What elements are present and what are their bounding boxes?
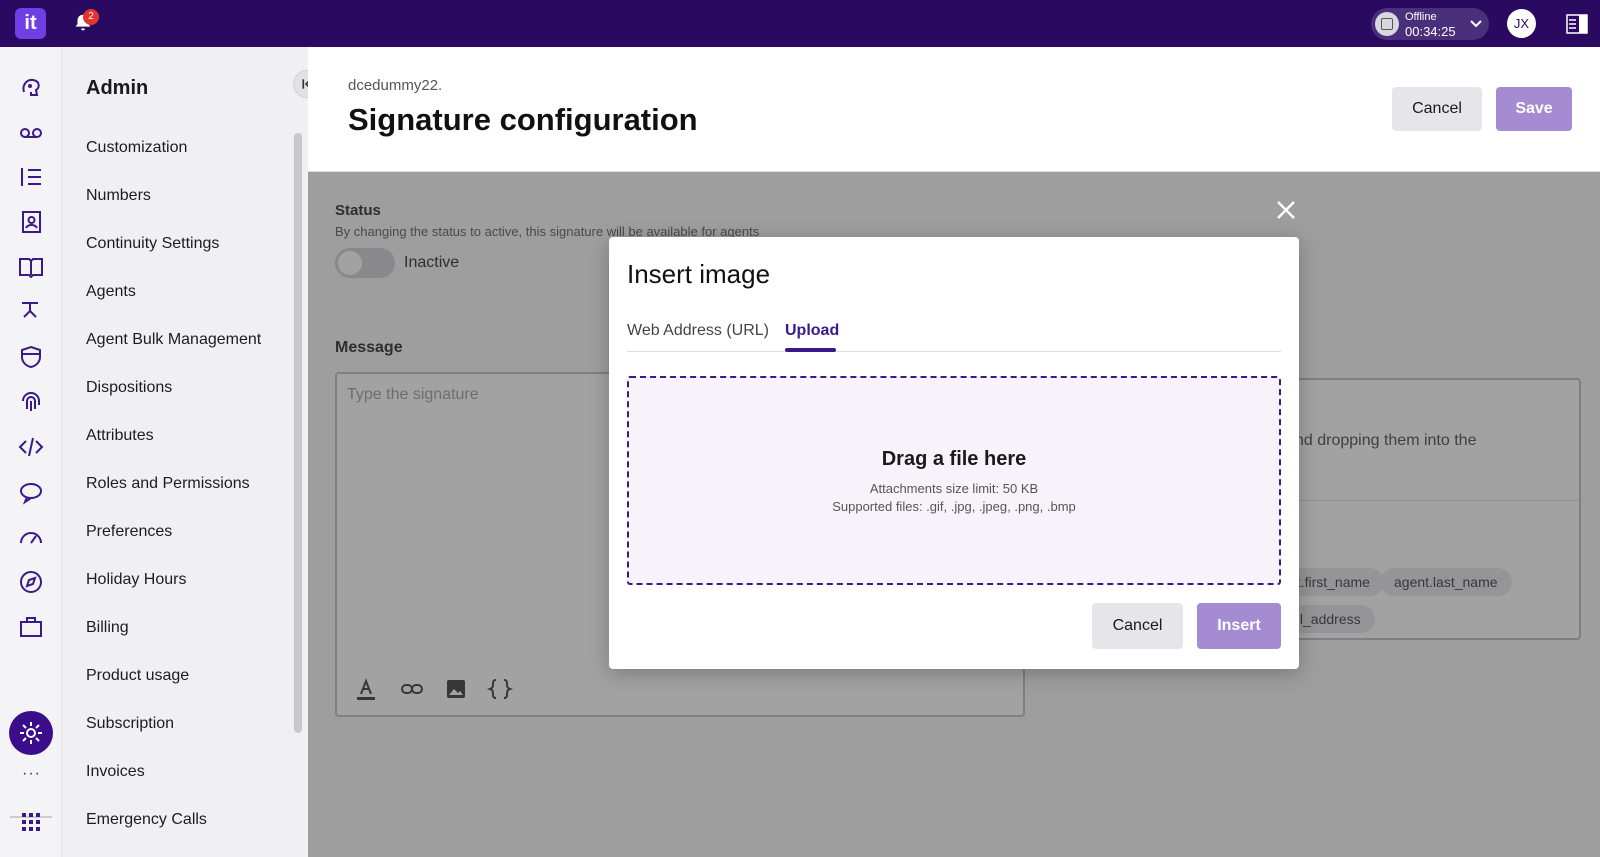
voicemail-icon[interactable] (18, 119, 44, 145)
contact-book-icon[interactable] (18, 209, 44, 235)
sidebar-item-holiday-hours[interactable]: Holiday Hours (86, 571, 186, 589)
chat-icon[interactable] (18, 479, 44, 505)
compass-icon[interactable] (18, 569, 44, 595)
dialog-title: Insert image (627, 259, 771, 289)
notification-badge: 2 (83, 9, 99, 25)
close-icon[interactable] (1274, 198, 1298, 222)
top-bar: it 2 Offline 00:34:25 JX (0, 0, 1600, 47)
sidebar-item-product-usage[interactable]: Product usage (86, 667, 189, 685)
sidebar-item-agent-bulk-management[interactable]: Agent Bulk Management (86, 331, 261, 349)
admin-sidebar: Admin Customization Numbers Continuity S… (62, 47, 321, 857)
sidebar-title: Admin (86, 77, 149, 99)
settings-nav-item[interactable] (9, 711, 53, 755)
dialog-cancel-button[interactable]: Cancel (1092, 603, 1183, 649)
insert-image-dialog: Insert image Web Address (URL) Upload Dr… (609, 237, 1299, 669)
page-header: dcedummy22. Signature configuration Canc… (308, 47, 1600, 172)
dialog-tabs: Web Address (URL) Upload (627, 312, 1281, 352)
status-timer: 00:34:25 (1405, 24, 1456, 39)
sidebar-item-continuity-settings[interactable]: Continuity Settings (86, 235, 219, 253)
sidebar-item-numbers[interactable]: Numbers (86, 187, 151, 205)
gear-icon (20, 722, 42, 744)
status-label: Offline (1405, 11, 1437, 23)
tab-web-address[interactable]: Web Address (URL) (627, 322, 769, 340)
status-stop-icon (1375, 12, 1399, 36)
sidebar-item-emergency-calls[interactable]: Emergency Calls (86, 811, 207, 829)
chevron-down-icon (1469, 16, 1483, 30)
sidebar-item-dispositions[interactable]: Dispositions (86, 379, 172, 397)
active-tab-indicator (785, 348, 836, 352)
avatar[interactable]: JX (1507, 9, 1536, 38)
sidebar-item-customization[interactable]: Customization (86, 139, 187, 157)
sidebar-item-subscription[interactable]: Subscription (86, 715, 174, 733)
dropzone-supported-types: Supported files: .gif, .jpg, .jpeg, .png… (832, 499, 1076, 514)
sidebar-item-preferences[interactable]: Preferences (86, 523, 172, 541)
side-panel-icon[interactable] (1566, 14, 1588, 34)
agent-status-selector[interactable]: Offline 00:34:25 (1371, 8, 1489, 40)
shield-icon[interactable] (18, 344, 44, 370)
list-icon[interactable] (18, 164, 44, 190)
fingerprint-icon[interactable] (18, 389, 44, 415)
breadcrumb: dcedummy22. (348, 77, 443, 94)
sidebar-item-roles-and-permissions[interactable]: Roles and Permissions (86, 475, 250, 493)
head-icon[interactable] (18, 74, 44, 100)
page-title: Signature configuration (348, 102, 698, 137)
speedometer-icon[interactable] (18, 524, 44, 550)
dropzone-title: Drag a file here (881, 448, 1027, 470)
sidebar-item-billing[interactable]: Billing (86, 619, 129, 637)
tab-upload[interactable]: Upload (785, 322, 839, 340)
sidebar-scrollbar[interactable] (294, 133, 302, 733)
dropzone-size-limit: Attachments size limit: 50 KB (869, 481, 1039, 496)
more-icon[interactable]: ··· (22, 765, 41, 783)
book-icon[interactable] (18, 254, 44, 280)
code-icon[interactable] (18, 434, 44, 460)
sidebar-item-agents[interactable]: Agents (86, 283, 136, 301)
insert-button[interactable]: Insert (1197, 603, 1281, 649)
save-button[interactable]: Save (1496, 87, 1572, 131)
routing-icon[interactable] (18, 299, 44, 325)
sidebar-item-invoices[interactable]: Invoices (86, 763, 145, 781)
sidebar-item-attributes[interactable]: Attributes (86, 427, 154, 445)
cancel-button[interactable]: Cancel (1392, 87, 1482, 131)
app-logo[interactable]: it (15, 8, 46, 39)
briefcase-icon[interactable] (18, 614, 44, 640)
icon-rail: ··· (0, 47, 62, 857)
file-dropzone[interactable]: Drag a file here Attachments size limit:… (627, 376, 1281, 585)
apps-grid-icon[interactable] (18, 809, 44, 835)
